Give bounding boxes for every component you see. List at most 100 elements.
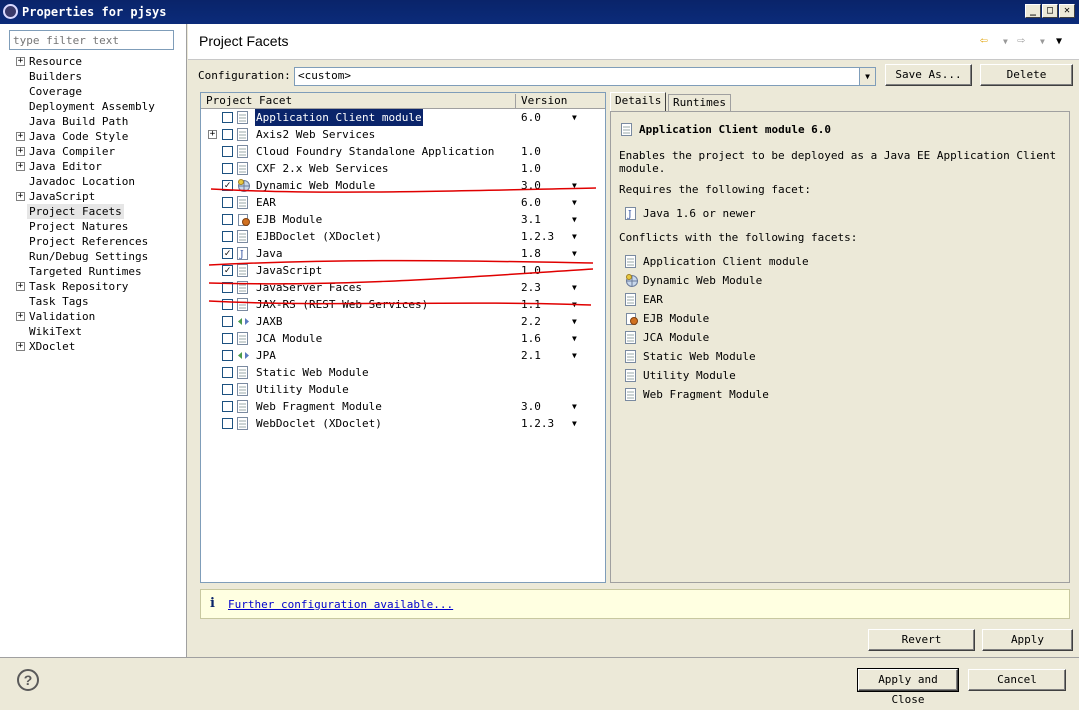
tree-item[interactable]: Coverage (0, 84, 186, 99)
tree-item[interactable]: + Java Editor (0, 159, 186, 174)
further-configuration-link[interactable]: Further configuration available... (228, 598, 453, 611)
details-tabs: Details Runtimes (610, 92, 1070, 112)
expand-icon[interactable]: + (16, 57, 25, 66)
tree-item-label: Javadoc Location (29, 175, 135, 188)
close-button[interactable]: ✕ (1059, 4, 1075, 18)
chevron-down-icon[interactable]: ▼ (859, 68, 875, 85)
maximize-button[interactable]: □ (1042, 4, 1058, 18)
cancel-button[interactable]: Cancel (968, 669, 1066, 691)
expand-icon[interactable]: + (16, 342, 25, 351)
back-dropdown-icon[interactable]: ▼ (1003, 37, 1008, 46)
configuration-value: <custom> (298, 69, 351, 82)
facet-list-item: Utility Module (643, 369, 736, 382)
tree-item-label: Task Repository (29, 280, 129, 293)
info-icon: i (210, 596, 215, 611)
facet-table: Project Facet Version Application Client… (200, 92, 606, 583)
tab-details[interactable]: Details (610, 92, 667, 112)
red-underline-annotations (208, 187, 597, 306)
tree-item[interactable]: + JavaScript (0, 189, 186, 204)
facet-list-item: Dynamic Web Module (643, 274, 763, 287)
content-area: Project Facets ⇦ ▼ ⇨ ▼ ▼ Configuration: … (188, 24, 1079, 657)
tree-item-label: Java Compiler (29, 145, 116, 158)
forward-arrow-icon[interactable]: ⇨ (1017, 33, 1025, 48)
forward-dropdown-icon[interactable]: ▼ (1040, 37, 1045, 46)
details-panel: Application Client module 6.0 Enables th… (610, 111, 1070, 583)
page-header: Project Facets ⇦ ▼ ⇨ ▼ ▼ (188, 24, 1079, 60)
tree-item-label: Targeted Runtimes (29, 265, 142, 278)
requires-label: Requires the following facet: (619, 183, 812, 196)
tree-item[interactable]: Java Build Path (0, 114, 186, 129)
configuration-label: Configuration: (198, 69, 291, 82)
tree-item[interactable]: Deployment Assembly (0, 99, 186, 114)
dialog-button-bar: ? Apply and Close Cancel (0, 657, 1079, 706)
revert-button[interactable]: Revert (868, 629, 975, 651)
expand-icon[interactable]: + (16, 147, 25, 156)
help-icon[interactable]: ? (17, 669, 39, 691)
configuration-select[interactable]: <custom> ▼ (294, 67, 876, 86)
app-icon (3, 4, 18, 19)
tree-item[interactable]: Run/Debug Settings (0, 249, 186, 264)
tree-item[interactable]: + XDoclet (0, 339, 186, 354)
back-arrow-icon[interactable]: ⇦ (980, 33, 988, 48)
page-icon (621, 123, 632, 136)
tree-item[interactable]: + Java Compiler (0, 144, 186, 159)
info-bar: i Further configuration available... (200, 589, 1070, 619)
apply-and-close-button[interactable]: Apply and Close (857, 668, 959, 706)
tree-item-label: Java Build Path (29, 115, 129, 128)
svg-text:J: J (627, 210, 632, 220)
tree-item[interactable]: Javadoc Location (0, 174, 186, 189)
facet-list-item: EJB Module (643, 312, 710, 325)
delete-button[interactable]: Delete (980, 64, 1073, 86)
apply-button[interactable]: Apply (982, 629, 1073, 651)
tab-runtimes[interactable]: Runtimes (668, 94, 731, 112)
page-title: Project Facets (199, 33, 289, 49)
tree-item[interactable]: Builders (0, 69, 186, 84)
tree-item[interactable]: Targeted Runtimes (0, 264, 186, 279)
tree-item-label: WikiText (29, 325, 82, 338)
facet-list-item: Application Client module (643, 255, 809, 268)
tree-item-label: Builders (29, 70, 82, 83)
tree-item[interactable]: Task Tags (0, 294, 186, 309)
tree-item-label: Java Code Style (29, 130, 129, 143)
tree-item-label: Task Tags (29, 295, 89, 308)
tree-item-label: Resource (29, 55, 82, 68)
filter-input[interactable] (9, 30, 174, 50)
page-icon (625, 331, 636, 344)
minimize-button[interactable]: _ (1025, 4, 1041, 18)
java-icon: J (625, 207, 636, 220)
title-bar: Properties for pjsys _ □ ✕ (0, 0, 1079, 24)
expand-icon[interactable]: + (16, 162, 25, 171)
tree-item-label: Deployment Assembly (29, 100, 155, 113)
tree-item-label: Project Facets (27, 204, 124, 219)
tree-item-label: Java Editor (29, 160, 102, 173)
bean-icon (625, 312, 638, 325)
tree-item[interactable]: + Validation (0, 309, 186, 324)
expand-icon[interactable]: + (16, 312, 25, 321)
facet-list-item: JCA Module (643, 331, 710, 344)
tree-item[interactable]: + Resource (0, 54, 186, 69)
expand-icon[interactable]: + (16, 132, 25, 141)
expand-icon[interactable]: + (16, 282, 25, 291)
tree-item-label: Project References (29, 235, 149, 248)
page-icon (625, 255, 636, 268)
expand-icon[interactable]: + (16, 192, 25, 201)
tree-item-label: JavaScript (29, 190, 96, 203)
facet-list-item: Web Fragment Module (643, 388, 769, 401)
tree-item[interactable]: Project References (0, 234, 186, 249)
tree-item[interactable]: + Java Code Style (0, 129, 186, 144)
conflicts-label: Conflicts with the following facets: (619, 231, 858, 244)
tree-item[interactable]: + Task Repository (0, 279, 186, 294)
tree-item-label: Project Natures (29, 220, 129, 233)
details-description-line1: Enables the project to be deployed as a … (619, 149, 1057, 162)
facet-list-item: Java 1.6 or newer (643, 207, 756, 220)
preferences-tree-panel: + Resource Builders Coverage Deployment Asse… (0, 24, 187, 657)
tree-item[interactable]: Project Natures (0, 219, 186, 234)
tree-item[interactable]: WikiText (0, 324, 186, 339)
facet-list-item: EAR (643, 293, 663, 306)
page-icon (625, 388, 636, 401)
page-icon (625, 293, 636, 306)
save-as-button[interactable]: Save As... (885, 64, 972, 86)
details-heading: Application Client module 6.0 (639, 123, 832, 136)
tree-item[interactable]: Project Facets (0, 204, 186, 219)
view-menu-icon[interactable]: ▼ (1056, 36, 1062, 47)
